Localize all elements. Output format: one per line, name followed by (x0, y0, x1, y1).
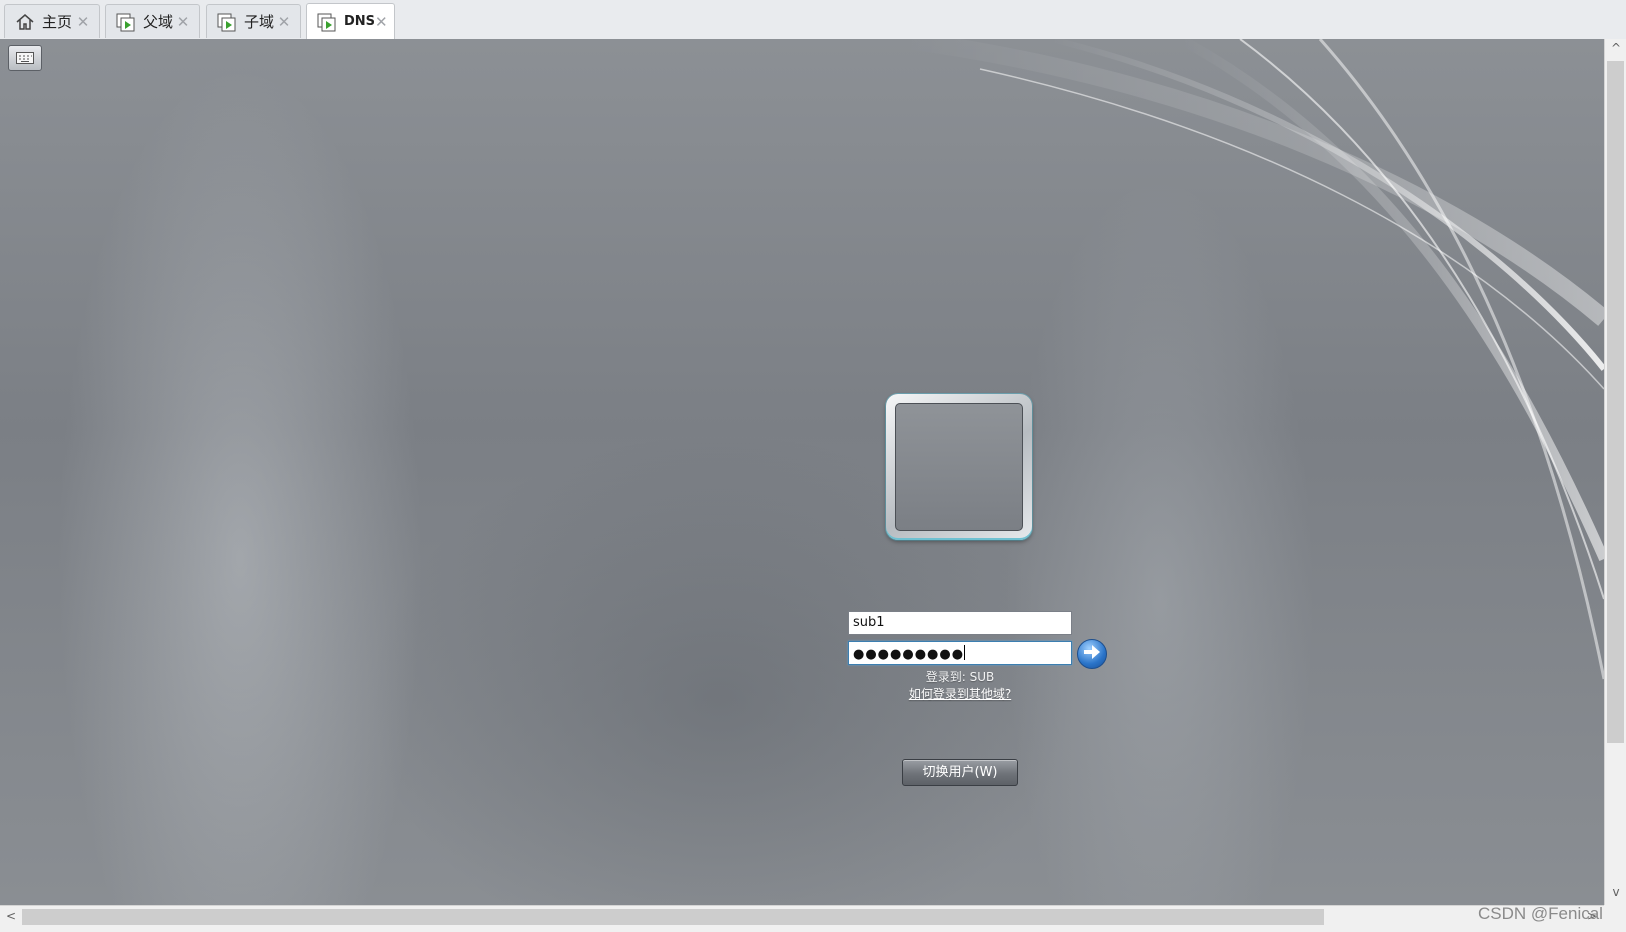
tab-child-domain[interactable]: 子域 ✕ (206, 4, 301, 38)
tab-label: 主页 (42, 13, 73, 31)
vm-console[interactable] (0, 39, 1604, 905)
tab-label: 父域 (143, 13, 174, 31)
tab-label: 子域 (244, 13, 275, 31)
horizontal-scroll-thumb[interactable] (22, 909, 1324, 925)
scroll-up-icon[interactable]: ^ (1606, 41, 1626, 55)
close-icon[interactable]: ✕ (175, 13, 191, 31)
other-domain-link[interactable]: 如何登录到其他域? (860, 685, 1060, 702)
keyboard-icon (16, 49, 34, 68)
close-icon[interactable]: ✕ (276, 13, 292, 31)
user-avatar-frame (886, 394, 1032, 540)
tab-dns[interactable]: DNS ✕ (306, 3, 395, 39)
watermark: CSDN @Fenical (1478, 904, 1603, 923)
vertical-scrollbar[interactable]: ^ v (1604, 39, 1626, 905)
username-input[interactable]: sub1 (848, 611, 1072, 635)
close-icon[interactable]: ✕ (75, 13, 91, 31)
scroll-left-icon[interactable]: < (1, 909, 21, 923)
tab-label: DNS (344, 14, 376, 29)
vm-icon (115, 11, 137, 33)
horizontal-scrollbar[interactable]: < > (0, 905, 1604, 927)
background-swoosh (898, 39, 1604, 680)
scrollbar-corner (1604, 905, 1626, 927)
text-caret (964, 645, 966, 660)
vertical-scroll-thumb[interactable] (1607, 61, 1624, 743)
username-value: sub1 (853, 615, 885, 630)
password-value: ●●●●●●●●● (853, 647, 965, 662)
tab-bar: 主页 ✕ 父域 ✕ 子域 ✕ DNS ✕ (0, 0, 1626, 40)
close-icon[interactable]: ✕ (375, 13, 388, 31)
tab-parent-domain[interactable]: 父域 ✕ (105, 4, 200, 38)
login-submit-button[interactable] (1077, 639, 1107, 669)
vm-icon (316, 11, 338, 33)
switch-user-button[interactable]: 切换用户(W) (902, 759, 1018, 786)
arrow-right-icon (1083, 644, 1101, 664)
home-icon (14, 11, 36, 33)
scroll-down-icon[interactable]: v (1606, 885, 1626, 899)
tab-home[interactable]: 主页 ✕ (4, 4, 100, 38)
password-input[interactable]: ●●●●●●●●● (848, 641, 1072, 665)
vm-icon (216, 11, 238, 33)
avatar (895, 403, 1023, 531)
login-domain-text: 登录到: SUB (925, 670, 995, 684)
keyboard-button[interactable] (8, 45, 42, 71)
